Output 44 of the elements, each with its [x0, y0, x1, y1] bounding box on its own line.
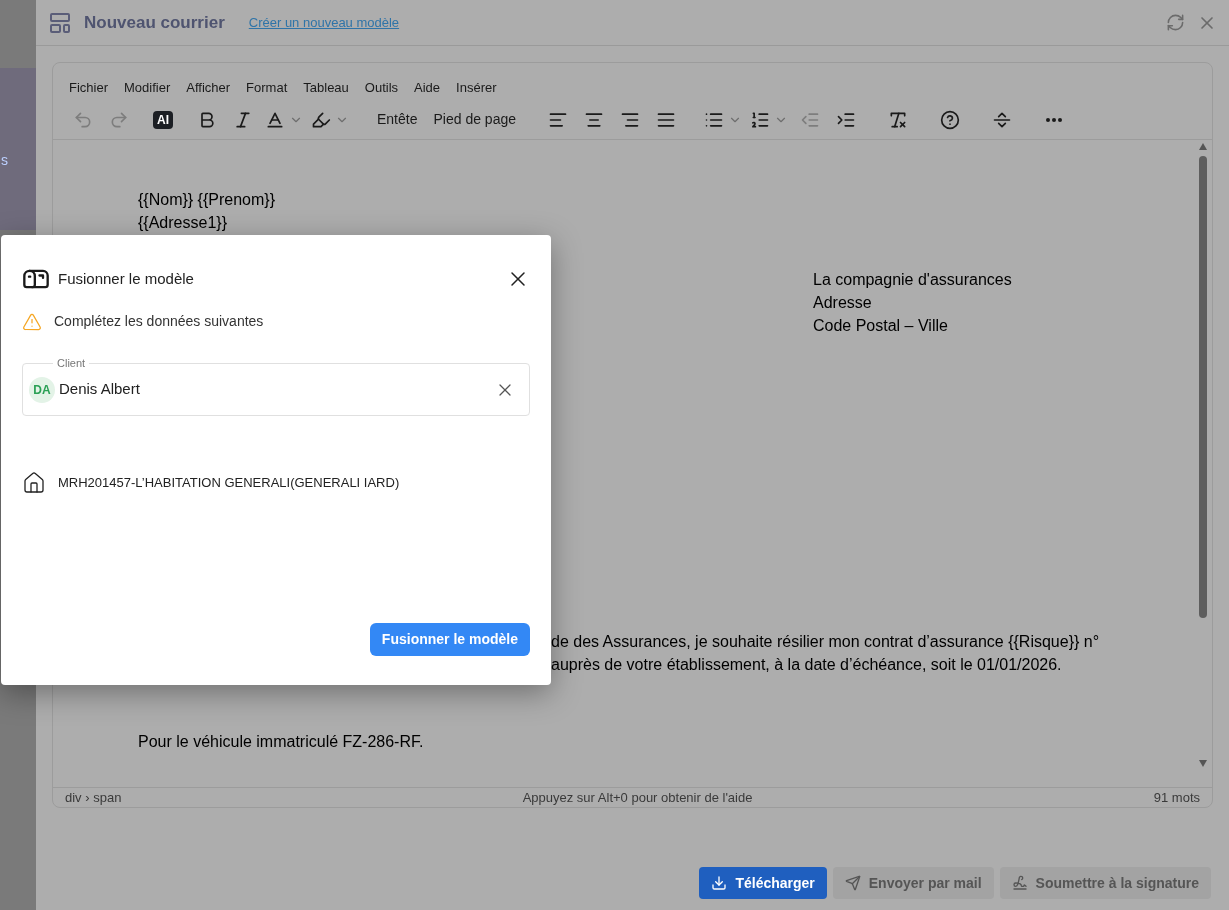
send-icon [844, 875, 861, 891]
menu-item[interactable]: Tableau [303, 77, 349, 98]
document-line: auprès de votre établissement, à la date d’échéance, soit le 01/01/2026. [551, 655, 1063, 675]
warning-text: Complétez les données suivantes [54, 312, 264, 331]
download-icon [711, 875, 728, 891]
avatar: DA [29, 376, 55, 403]
menu-item[interactable]: Format [246, 77, 288, 98]
redo-icon [109, 109, 129, 130]
dialog-title: Fusionner le modèle [58, 268, 195, 289]
signature-icon [1011, 875, 1028, 891]
document-line: La compagnie d'assurances [813, 270, 1013, 290]
template-icon [48, 10, 72, 35]
document-line: de des Assurances, je souhaite résilier mon contrat d’assurance {{Risque}} n° [551, 632, 1101, 652]
undo-icon [73, 109, 93, 130]
sidebar-text-fragment: s [0, 152, 8, 168]
toolbar-text-button[interactable]: Entête [369, 103, 426, 136]
menu-item[interactable]: Aide [414, 77, 441, 98]
document-line: {{Nom}} {{Prenom}} [138, 190, 276, 210]
help-icon [940, 109, 960, 130]
document-line: Adresse [813, 293, 873, 313]
italic-icon [233, 109, 253, 130]
menu-item[interactable]: Modifier [124, 77, 171, 98]
help-hint: Appuyez sur Alt+0 pour obtenir de l'aide [521, 788, 754, 807]
element-path: div › span [65, 788, 122, 807]
menu-item[interactable]: Insérer [456, 77, 497, 98]
action-button[interactable]: Télécharger [699, 867, 827, 899]
field-label: Client [53, 356, 90, 370]
highlighter-icon [311, 109, 331, 130]
document-line: {{Adresse1}} [138, 213, 228, 233]
menu-item[interactable]: Fichier [69, 77, 108, 98]
document-line: Code Postal – Ville [813, 316, 949, 336]
merge-button[interactable]: Fusionner le modèle [369, 623, 530, 656]
word-count: 91 mots [1153, 788, 1200, 807]
warning-icon [22, 311, 42, 332]
menu-item[interactable]: Afficher [186, 77, 231, 98]
house-icon [22, 471, 46, 495]
toolbar-text-button[interactable]: Pied de page [425, 103, 524, 136]
ai-button[interactable]: AI [153, 110, 173, 129]
document-line: Pour le véhicule immatriculé FZ-286-RF. [138, 732, 425, 752]
more-icon [1046, 117, 1062, 122]
client-name: Denis Albert [59, 379, 141, 400]
menu-item[interactable]: Outils [364, 77, 399, 98]
page-title: Nouveau courrier [84, 11, 225, 34]
contract-label: MRH201457-L’HABITATION GENERALI(GENERALI IARD) [58, 474, 400, 493]
